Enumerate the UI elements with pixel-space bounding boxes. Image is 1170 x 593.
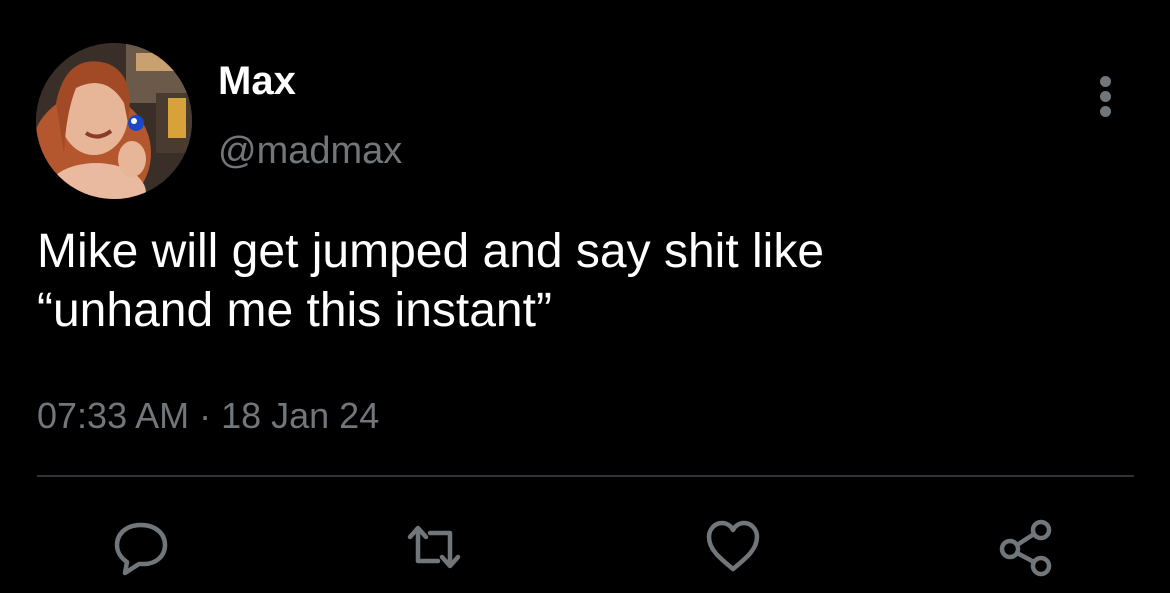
avatar[interactable] xyxy=(36,43,192,199)
share-button[interactable] xyxy=(997,517,1057,577)
more-dot-icon xyxy=(1100,106,1111,117)
more-dot-icon xyxy=(1100,91,1111,102)
tweet-text: Mike will get jumped and say shit like “… xyxy=(37,222,1137,340)
more-dot-icon xyxy=(1100,76,1111,87)
display-name[interactable]: Max xyxy=(218,57,296,105)
share-icon xyxy=(999,519,1052,577)
tweet-card: Max @madmax Mike will get jumped and say… xyxy=(0,0,1170,593)
reply-icon xyxy=(114,522,168,576)
user-handle[interactable]: @madmax xyxy=(218,128,402,174)
tweet-text-line: Mike will get jumped and say shit like xyxy=(37,225,825,278)
tweet-timestamp[interactable]: 07:33 AM · 18 Jan 24 xyxy=(37,394,379,438)
like-button[interactable] xyxy=(703,517,763,577)
retweet-icon xyxy=(407,525,461,569)
reply-button[interactable] xyxy=(111,517,171,577)
divider xyxy=(37,475,1134,477)
tweet-text-line: “unhand me this instant” xyxy=(37,284,552,337)
like-icon xyxy=(706,520,760,572)
avatar-photo xyxy=(36,43,192,199)
more-options-button[interactable] xyxy=(1088,72,1124,120)
retweet-button[interactable] xyxy=(404,517,464,577)
